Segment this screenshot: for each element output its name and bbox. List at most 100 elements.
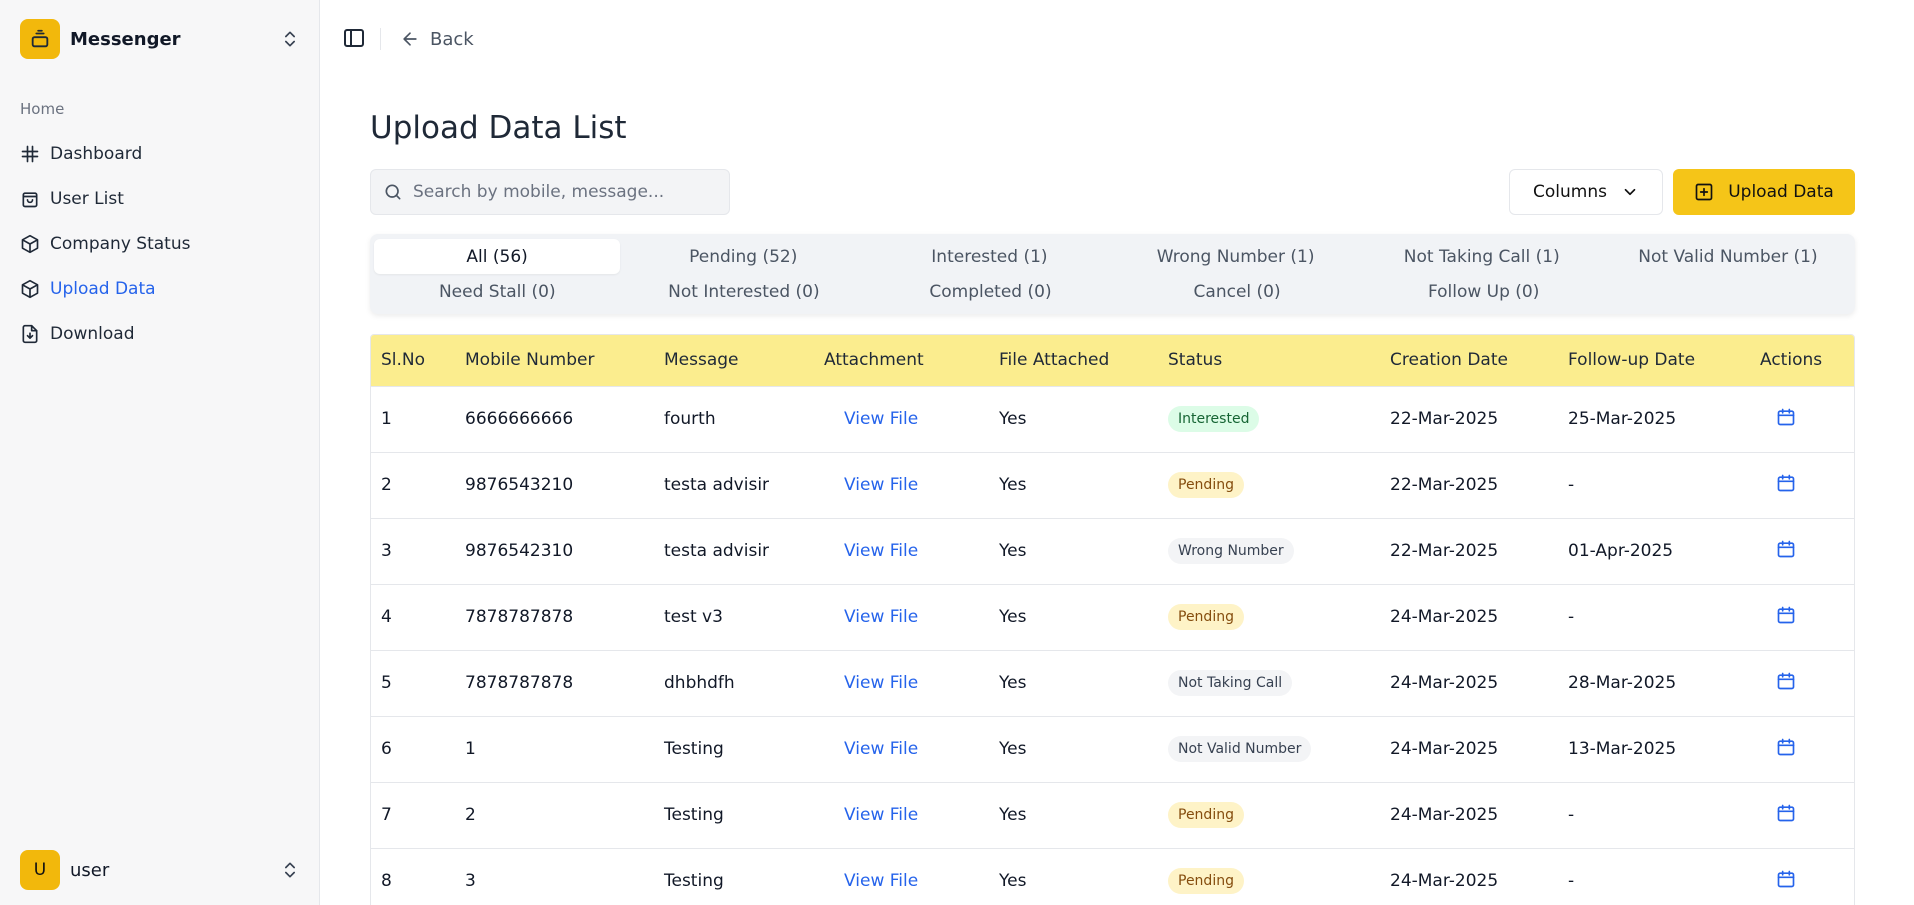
tab-follow-up[interactable]: Follow Up (0) [1360, 274, 1607, 309]
chevron-down-icon [1624, 188, 1636, 196]
cell-file-attached: Yes [999, 409, 1027, 429]
cell-follow-up-date: - [1568, 871, 1575, 892]
hash-icon [21, 145, 39, 162]
calendar-icon[interactable] [1776, 473, 1796, 493]
cell-file-attached: Yes [999, 607, 1027, 627]
tab-need-stall[interactable]: Need Stall (0) [374, 274, 621, 309]
tab-not-interested[interactable]: Not Interested (0) [621, 274, 868, 309]
view-file-link[interactable]: View File [844, 607, 918, 627]
calendar-icon[interactable] [1776, 671, 1796, 691]
status-badge: Pending [1168, 604, 1244, 630]
cell-sl-no: 1 [381, 409, 392, 429]
calendar-icon[interactable] [1776, 407, 1796, 427]
table-row: 6 1 Testing View File Yes Not Valid Number 24-… [371, 716, 1854, 782]
column-header-creation-date[interactable]: Creation Date [1380, 335, 1558, 386]
topbar-divider [380, 28, 381, 50]
view-file-link[interactable]: View File [844, 409, 918, 429]
sidebar-item-label: Download [50, 323, 135, 344]
calendar-icon[interactable] [1776, 803, 1796, 823]
sidebar-item-upload-data[interactable]: Upload Data [20, 266, 300, 311]
tab-not-valid-number[interactable]: Not Valid Number (1) [1605, 239, 1851, 274]
arrow-left-icon [403, 32, 417, 46]
tab-not-taking-call[interactable]: Not Taking Call (1) [1359, 239, 1605, 274]
cell-creation-date: 24-Mar-2025 [1390, 805, 1499, 825]
calendar-icon[interactable] [1776, 737, 1796, 757]
cell-creation-date: 22-Mar-2025 [1390, 541, 1499, 561]
cell-attachment: View File [814, 518, 989, 584]
table-row: 3 9876542310 testa advisir View File Yes Wron… [371, 518, 1854, 584]
upload-data-label: Upload Data [1728, 182, 1834, 202]
column-header-sl-no[interactable]: Sl.No [371, 335, 455, 386]
column-header-attachment[interactable]: Attachment [814, 335, 989, 386]
cell-actions [1750, 650, 1854, 716]
cell-message: testa advisir [664, 541, 770, 561]
column-header-status[interactable]: Status [1158, 335, 1380, 386]
cell-status: Not Taking Call [1158, 650, 1380, 716]
cell-follow-up-date: - [1568, 475, 1575, 495]
cell-follow-up-date: 25-Mar-2025 [1568, 409, 1677, 429]
sidebar-item-user-list[interactable]: User List [20, 176, 300, 221]
view-file-link[interactable]: View File [844, 673, 918, 693]
calendar-icon[interactable] [1776, 539, 1796, 559]
tab-cancel[interactable]: Cancel (0) [1114, 274, 1361, 309]
sidebar-nav: Dashboard User List Company Status Uploa… [20, 131, 300, 356]
tab-interested[interactable]: Interested (1) [866, 239, 1112, 274]
calendar-icon[interactable] [1776, 869, 1796, 889]
cell-follow-up-date: 13-Mar-2025 [1568, 739, 1677, 759]
nav-group-label: Home [20, 100, 65, 118]
status-badge: Not Taking Call [1168, 670, 1293, 696]
cube-icon [21, 279, 39, 298]
status-badge: Interested [1168, 406, 1260, 432]
cell-sl-no: 2 [381, 475, 392, 495]
sidebar-item-dashboard[interactable]: Dashboard [20, 131, 300, 176]
cell-attachment: View File [814, 716, 989, 782]
cell-sl-no: 4 [381, 607, 392, 627]
search-input[interactable] [413, 182, 713, 202]
sidebar-item-label: Upload Data [50, 278, 156, 299]
cell-actions [1750, 848, 1854, 905]
cell-follow-up-date: - [1568, 607, 1575, 627]
columns-button[interactable]: Columns [1509, 169, 1663, 215]
column-header-mobile-number[interactable]: Mobile Number [455, 335, 654, 386]
cell-actions [1750, 452, 1854, 518]
view-file-link[interactable]: View File [844, 871, 918, 891]
cell-creation-date: 24-Mar-2025 [1390, 739, 1499, 759]
tab-wrong-number[interactable]: Wrong Number (1) [1113, 239, 1359, 274]
tab-completed[interactable]: Completed (0) [867, 274, 1114, 309]
app-switcher[interactable]: Messenger [20, 19, 300, 59]
column-header-follow-up-date[interactable]: Follow-up Date [1558, 335, 1750, 386]
sidebar-toggle-icon[interactable] [342, 26, 366, 50]
tab-all[interactable]: All (56) [374, 239, 621, 274]
tabs-row: All (56) Pending (52) Interested (1) Wro… [374, 239, 1851, 274]
cell-attachment: View File [814, 452, 989, 518]
view-file-link[interactable]: View File [844, 475, 918, 495]
calendar-icon[interactable] [1776, 605, 1796, 625]
shopping-bag-icon [22, 191, 38, 207]
tab-pending[interactable]: Pending (52) [620, 239, 866, 274]
user-menu[interactable]: U user [20, 850, 300, 890]
column-header-file-attached[interactable]: File Attached [989, 335, 1158, 386]
topbar: Back [320, 0, 1914, 78]
cell-status: Pending [1158, 782, 1380, 848]
app-logo-icon [20, 19, 60, 59]
sidebar-item-download[interactable]: Download [20, 311, 300, 356]
view-file-link[interactable]: View File [844, 541, 918, 561]
cell-follow-up-date: 28-Mar-2025 [1568, 673, 1677, 693]
status-badge: Pending [1168, 802, 1244, 828]
cell-message: dhbhdfh [664, 673, 735, 693]
view-file-link[interactable]: View File [844, 739, 918, 759]
back-button[interactable]: Back [400, 24, 474, 54]
plus-square-icon [1695, 183, 1713, 201]
cell-actions [1750, 386, 1854, 452]
cell-message: test v3 [664, 607, 723, 627]
cell-mobile-number: 3 [465, 871, 476, 892]
cell-creation-date: 22-Mar-2025 [1390, 409, 1499, 429]
cell-message: Testing [664, 871, 724, 892]
sidebar-item-company-status[interactable]: Company Status [20, 221, 300, 266]
cube-icon [21, 234, 39, 253]
upload-data-button[interactable]: Upload Data [1673, 169, 1855, 215]
sidebar: Messenger Home Dashboard User List Compa… [0, 0, 320, 905]
cell-mobile-number: 9876542310 [465, 541, 574, 561]
column-header-message[interactable]: Message [654, 335, 814, 386]
view-file-link[interactable]: View File [844, 805, 918, 825]
